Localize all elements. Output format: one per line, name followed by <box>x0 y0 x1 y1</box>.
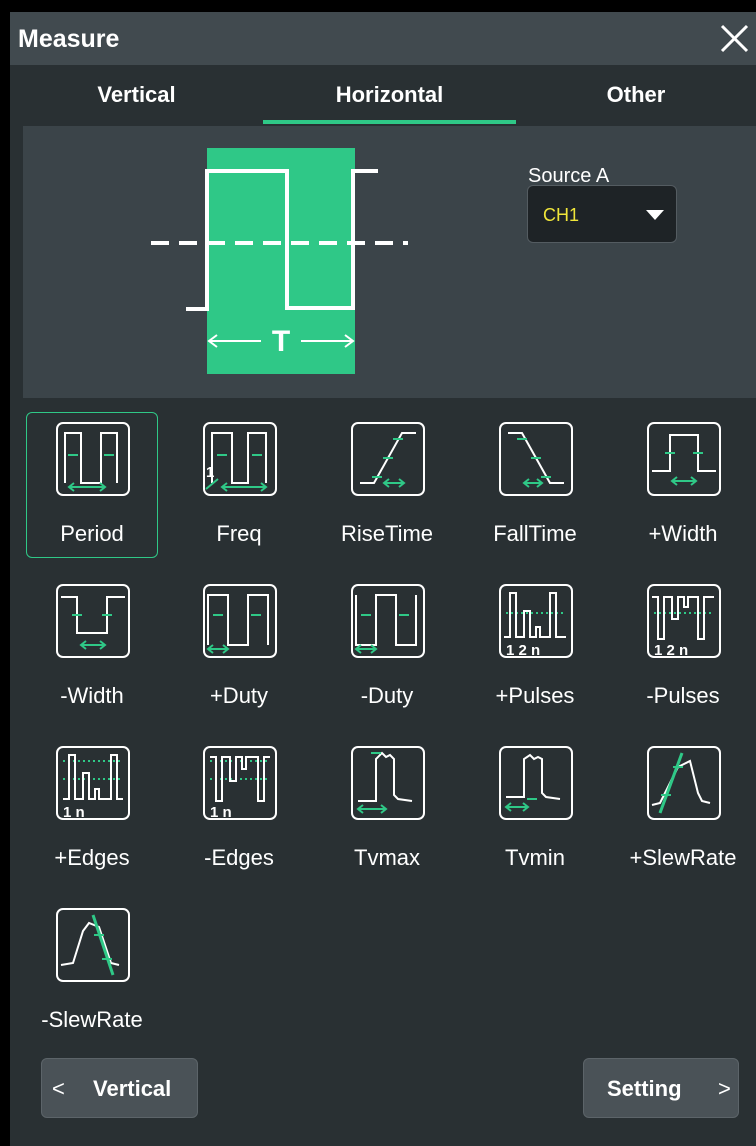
chevron-left-icon: < <box>52 1076 65 1101</box>
svg-text:1 n: 1 n <box>210 804 232 821</box>
measure-item-label: -Pulses <box>646 683 720 708</box>
tvmax-icon <box>351 746 425 820</box>
positive-edges-icon: 1 n <box>56 746 130 821</box>
freq-icon: 1 <box>203 422 277 496</box>
measure-item-label: -Width <box>60 683 124 708</box>
svg-text:1 2 n: 1 2 n <box>506 642 540 659</box>
svg-text:1: 1 <box>206 464 214 481</box>
measure-item-tvmax[interactable]: Tvmax <box>321 736 453 882</box>
measure-item-negative-duty[interactable]: -Duty <box>321 574 453 720</box>
positive-slewrate-icon <box>647 746 721 820</box>
measure-item-label: -SlewRate <box>41 1007 143 1032</box>
tab-vertical[interactable]: Vertical <box>10 65 263 125</box>
measure-item-period[interactable]: Period <box>26 412 158 558</box>
measure-item-rise-time[interactable]: RiseTime <box>321 412 453 558</box>
tab-other[interactable]: Other <box>516 65 756 125</box>
measure-item-negative-slewrate[interactable]: -SlewRate <box>26 898 158 1044</box>
prev-button-label: Vertical <box>93 1076 172 1101</box>
measure-item-label: Tvmax <box>354 845 420 870</box>
measure-item-label: -Duty <box>360 683 414 708</box>
tab-horizontal[interactable]: Horizontal <box>263 65 516 125</box>
measure-item-negative-pulses[interactable]: 1 2 n -Pulses <box>617 574 749 720</box>
svg-text:1 n: 1 n <box>63 804 85 821</box>
period-diagram: T <box>151 148 408 374</box>
tab-bar: Vertical Horizontal Other <box>10 65 756 125</box>
measure-item-label: +Width <box>648 521 718 546</box>
dropdown-caret-icon <box>646 210 664 220</box>
measure-item-label: +Duty <box>209 683 269 708</box>
rise-time-icon <box>351 422 425 496</box>
positive-width-icon <box>647 422 721 496</box>
negative-edges-icon: 1 n <box>203 746 277 821</box>
measure-item-label: Freq <box>216 521 262 546</box>
measure-item-freq[interactable]: 1 Freq <box>173 412 305 558</box>
measure-item-label: Period <box>60 521 124 546</box>
measure-panel: Measure Vertical Horizontal Other T Sour… <box>10 12 756 1146</box>
measure-item-positive-slewrate[interactable]: +SlewRate <box>617 736 749 882</box>
negative-duty-icon <box>351 584 425 658</box>
svg-text:1 2 n: 1 2 n <box>654 642 688 659</box>
chevron-right-icon: > <box>718 1076 731 1101</box>
measure-item-fall-time[interactable]: FallTime <box>469 412 601 558</box>
close-icon[interactable] <box>714 18 754 58</box>
measure-item-tvmin[interactable]: Tvmin <box>469 736 601 882</box>
fall-time-icon <box>499 422 573 496</box>
panel-title: Measure <box>18 25 120 53</box>
period-icon <box>56 422 130 496</box>
positive-pulses-icon: 1 2 n <box>499 584 573 659</box>
measure-item-label: +Pulses <box>495 683 575 708</box>
next-setting-button[interactable]: Setting > <box>583 1058 739 1118</box>
period-t-label: T <box>272 325 290 358</box>
measure-item-positive-duty[interactable]: +Duty <box>173 574 305 720</box>
source-a-value: CH1 <box>543 205 580 225</box>
measure-item-label: FallTime <box>493 521 577 546</box>
prev-vertical-button[interactable]: < Vertical <box>41 1058 198 1118</box>
positive-duty-icon <box>203 584 277 658</box>
active-tab-indicator <box>263 120 516 124</box>
measure-item-label: Tvmin <box>505 845 565 870</box>
measure-item-positive-pulses[interactable]: 1 2 n +Pulses <box>469 574 601 720</box>
measure-item-label: +SlewRate <box>629 845 737 870</box>
title-bar: Measure <box>10 12 756 65</box>
negative-slewrate-icon <box>56 908 130 982</box>
tvmin-icon <box>499 746 573 820</box>
measure-item-label: -Edges <box>204 845 274 870</box>
measure-item-label: +Edges <box>54 845 130 870</box>
source-a-select[interactable]: CH1 <box>527 185 677 243</box>
measure-item-negative-edges[interactable]: 1 n -Edges <box>173 736 305 882</box>
negative-width-icon <box>56 584 130 658</box>
measurement-preview: T <box>23 126 756 398</box>
negative-pulses-icon: 1 2 n <box>647 584 721 659</box>
measure-item-positive-width[interactable]: +Width <box>617 412 749 558</box>
next-button-label: Setting <box>607 1076 682 1101</box>
measure-item-negative-width[interactable]: -Width <box>26 574 158 720</box>
measure-item-positive-edges[interactable]: 1 n +Edges <box>26 736 158 882</box>
measure-item-label: RiseTime <box>340 521 434 546</box>
